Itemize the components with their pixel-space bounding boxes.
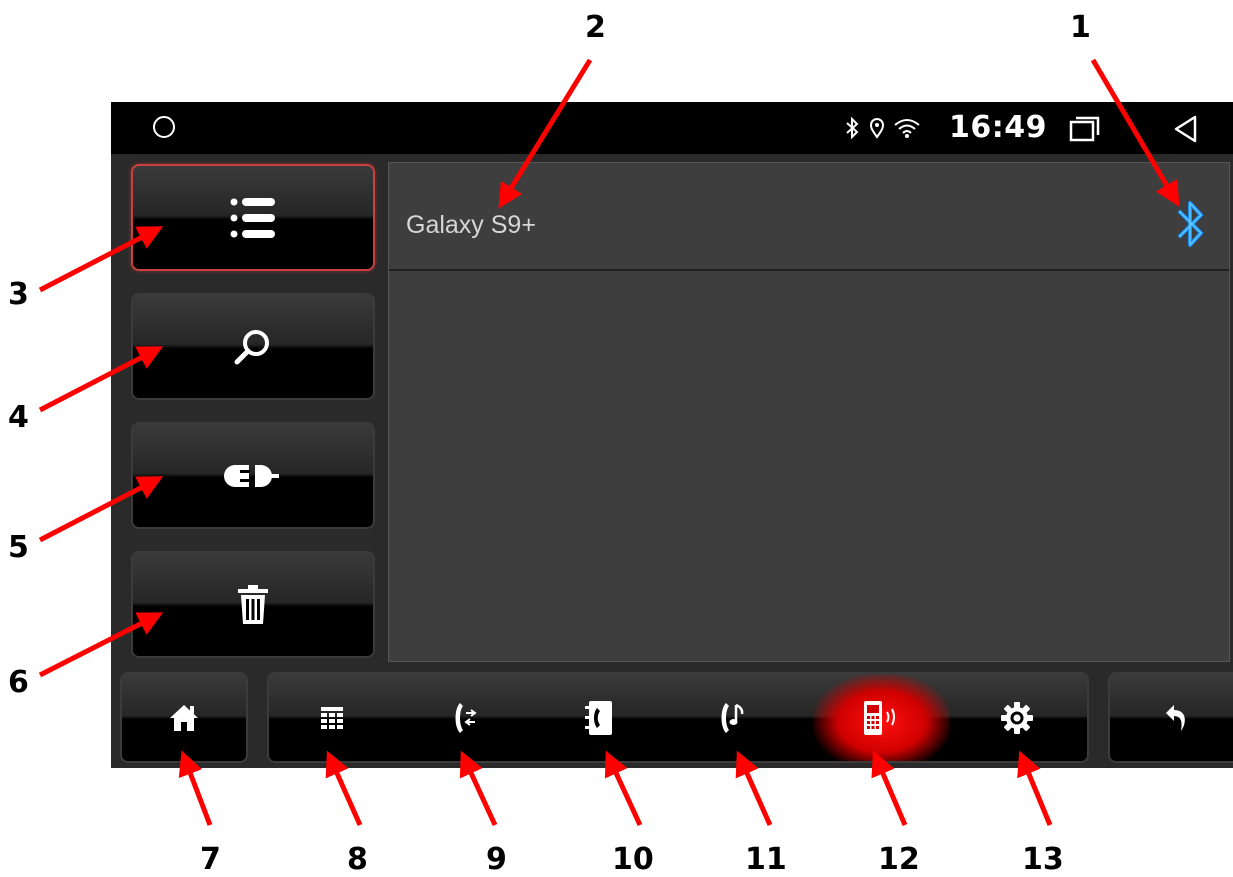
device-panel: Galaxy S9+ [388, 162, 1230, 662]
keypad-icon [321, 706, 343, 729]
connect-disconnect-button[interactable] [131, 422, 375, 529]
tab-contacts[interactable] [541, 674, 657, 761]
call-log-icon [455, 702, 477, 733]
contacts-book-icon [585, 700, 612, 735]
home-button[interactable] [120, 672, 248, 763]
callout-number-10: 10 [612, 842, 654, 877]
search-icon [234, 329, 269, 364]
circle-home-icon[interactable] [153, 116, 175, 138]
status-bar: 16:49 [111, 102, 1233, 154]
callout-number-4: 4 [8, 400, 29, 435]
phone-tabs-bar [267, 672, 1089, 763]
wifi-icon [894, 119, 920, 138]
device-row[interactable]: Galaxy S9+ [389, 163, 1229, 271]
callout-number-5: 5 [8, 530, 29, 565]
arrow-11 [735, 750, 773, 827]
device-name: Galaxy S9+ [406, 211, 536, 239]
callout-number-8: 8 [347, 842, 368, 877]
arrow-9 [459, 750, 498, 827]
callout-number-6: 6 [8, 665, 29, 700]
bluetooth-icon [1177, 201, 1203, 247]
arrow-7 [178, 750, 213, 826]
callout-number-3: 3 [8, 277, 29, 312]
location-icon [869, 118, 885, 139]
tab-settings[interactable] [959, 674, 1075, 761]
status-icons [843, 114, 921, 142]
list-icon [230, 197, 275, 238]
arrow-12 [871, 750, 908, 826]
delete-button[interactable] [131, 551, 375, 658]
back-triangle-icon[interactable] [1171, 114, 1201, 144]
bluetooth-icon [846, 117, 859, 139]
home-icon [170, 704, 198, 731]
callout-number-1: 1 [1070, 10, 1091, 45]
phone-device-icon [864, 700, 895, 735]
arrow-13 [1017, 750, 1053, 826]
trash-icon [238, 584, 268, 624]
tab-music[interactable] [674, 674, 790, 761]
callout-number-2: 2 [585, 10, 606, 45]
plug-icon [224, 464, 279, 487]
callout-number-12: 12 [878, 842, 920, 877]
arrow-8 [325, 750, 363, 827]
callout-number-13: 13 [1022, 842, 1064, 877]
tab-call-log[interactable] [407, 674, 523, 761]
search-button[interactable] [131, 293, 375, 400]
arrow-10 [604, 750, 643, 827]
callout-number-11: 11 [745, 842, 787, 877]
callout-number-9: 9 [486, 842, 507, 877]
back-button[interactable] [1108, 672, 1233, 763]
undo-arrow-icon [1166, 704, 1185, 731]
recents-icon[interactable] [1069, 116, 1101, 142]
clock: 16:49 [949, 110, 1047, 145]
gear-icon [1001, 701, 1033, 734]
paired-list-button[interactable] [131, 164, 375, 271]
tab-dialpad[interactable] [274, 674, 390, 761]
callout-number-7: 7 [200, 842, 221, 877]
tab-devices[interactable] [814, 674, 950, 761]
phone-music-icon [721, 702, 744, 733]
head-unit-screen: 16:49 Galaxy S9+ [111, 102, 1233, 768]
